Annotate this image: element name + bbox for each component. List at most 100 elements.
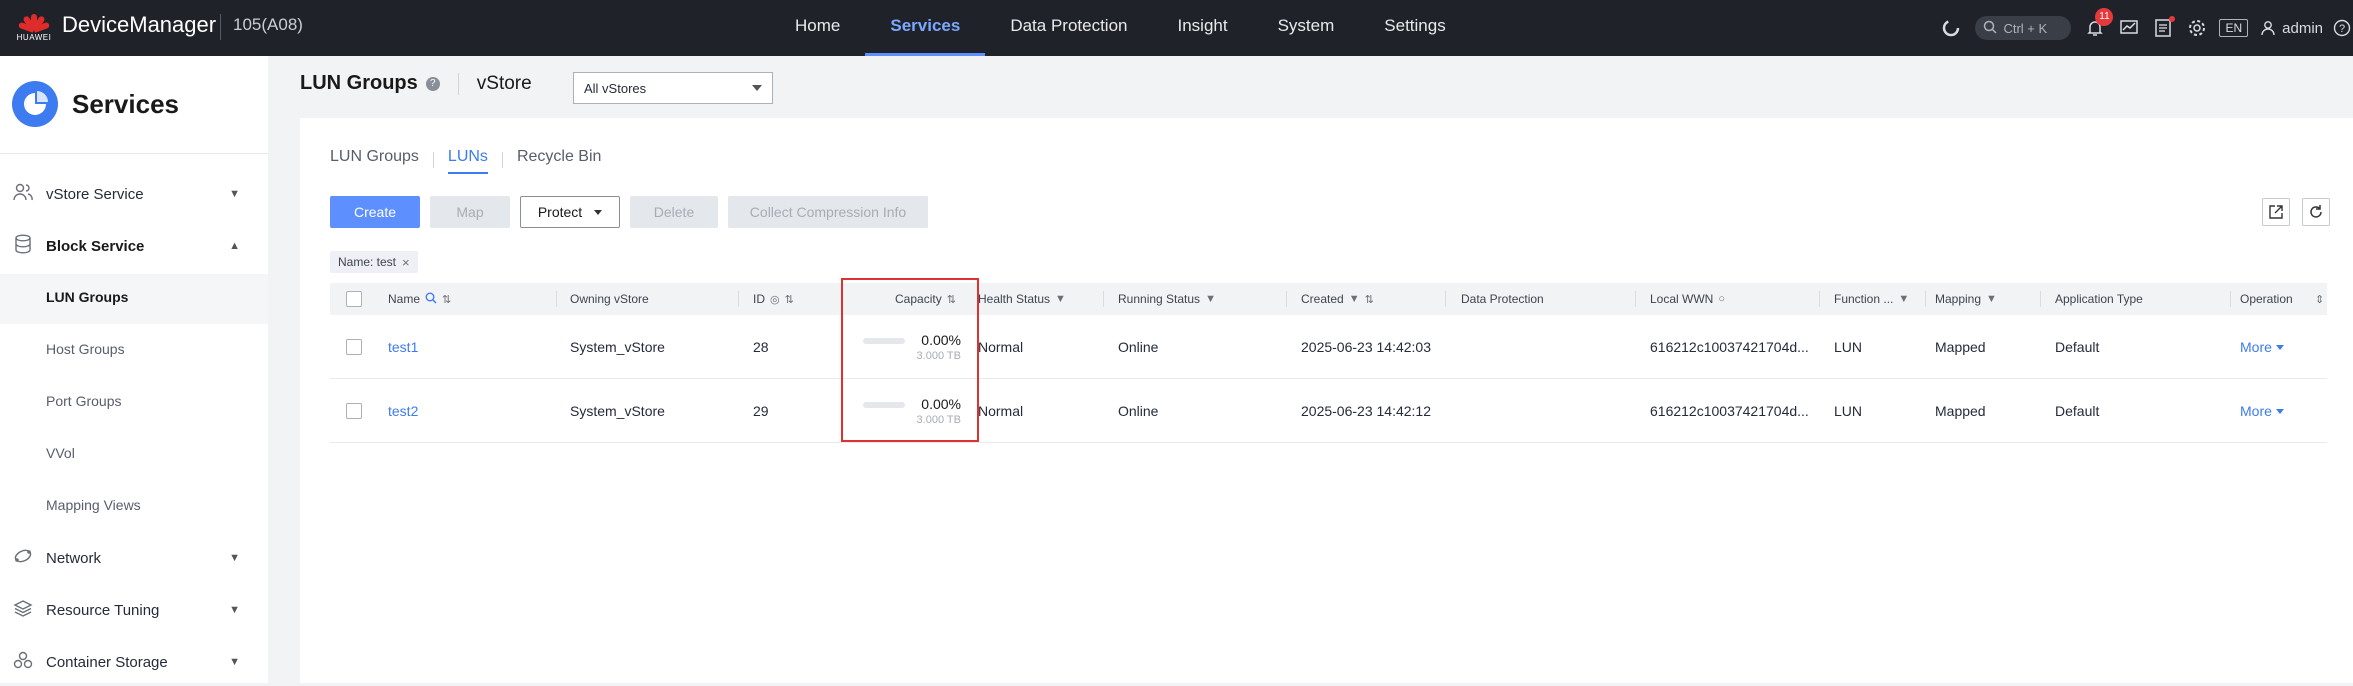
sidebar: Services vStore Service ▼ Block Service …	[0, 56, 268, 683]
sidebar-group-label: Network	[46, 549, 102, 567]
running-status-cell: Online	[1118, 339, 1159, 355]
divider	[1286, 291, 1287, 307]
sidebar-item-port-groups[interactable]: Port Groups	[46, 393, 121, 409]
sidebar-group-label: Resource Tuning	[46, 601, 160, 619]
nav-home[interactable]: Home	[770, 0, 865, 56]
created-cell: 2025-06-23 14:42:12	[1301, 403, 1431, 419]
divider	[1445, 291, 1446, 307]
nav-services[interactable]: Services	[865, 0, 986, 56]
sidebar-header: Services	[12, 81, 179, 127]
top-right-tools: Ctrl + K 11 EN admin ?	[1941, 0, 2353, 56]
tab-recycle-bin[interactable]: Recycle Bin	[517, 148, 601, 172]
search-icon[interactable]	[425, 292, 437, 307]
column-header-id[interactable]: ID ◎ ⇅	[753, 283, 794, 315]
users-icon	[12, 183, 34, 206]
luns-table: Name ⇅ Owning vStore ID ◎ ⇅ Capacity ⇅ H…	[330, 283, 2327, 443]
create-button[interactable]: Create	[330, 196, 420, 228]
more-menu-button[interactable]: More	[2240, 379, 2284, 443]
search-icon[interactable]: ◎	[770, 293, 780, 306]
sidebar-group-vstore-service[interactable]: vStore Service ▼	[0, 170, 268, 218]
tab-lun-groups[interactable]: LUN Groups	[330, 148, 419, 172]
sidebar-group-network[interactable]: Network ▼	[0, 534, 268, 582]
nav-system[interactable]: System	[1253, 0, 1360, 56]
user-menu[interactable]: admin	[2260, 20, 2323, 37]
filter-icon[interactable]: ▼	[1205, 293, 1216, 305]
toolbar: Create Map Protect Delete Collect Compre…	[330, 196, 928, 228]
row-checkbox[interactable]	[346, 379, 362, 443]
sort-icon[interactable]: ⇅	[442, 293, 451, 306]
column-settings-icon[interactable]: ⇕	[2315, 283, 2324, 315]
sort-icon[interactable]: ⇅	[1365, 293, 1374, 306]
help-icon[interactable]: ?	[2333, 19, 2351, 37]
column-header-local-wwn[interactable]: Local WWN ○	[1650, 283, 1725, 315]
filter-icon[interactable]: ▼	[1986, 293, 1997, 305]
close-icon[interactable]: ×	[402, 255, 410, 270]
tab-bar: LUN Groups LUNs Recycle Bin	[330, 148, 601, 174]
vstore-select[interactable]: All vStores	[573, 72, 773, 104]
table-header: Name ⇅ Owning vStore ID ◎ ⇅ Capacity ⇅ H…	[330, 283, 2327, 315]
divider	[2230, 291, 2231, 307]
column-header-name[interactable]: Name ⇅	[388, 283, 451, 315]
protect-label: Protect	[537, 204, 583, 220]
select-all-checkbox[interactable]	[346, 283, 362, 315]
protect-dropdown-button[interactable]: Protect	[520, 196, 620, 228]
sort-icon[interactable]: ⇅	[785, 293, 794, 306]
vstore-select-value: All vStores	[584, 80, 647, 96]
loading-icon[interactable]	[1941, 18, 1961, 38]
wwn-cell: 616212c10037421704d...	[1650, 403, 1809, 419]
chevron-up-icon: ▲	[229, 240, 240, 252]
refresh-icon[interactable]	[2302, 198, 2330, 226]
page-title: LUN Groups	[300, 72, 418, 94]
services-logo-icon	[12, 81, 58, 127]
filter-icon[interactable]: ▼	[1055, 293, 1066, 305]
column-header-running-status[interactable]: Running Status ▼	[1118, 283, 1216, 315]
chevron-down-icon: ▼	[229, 604, 240, 616]
gear-icon[interactable]	[2187, 18, 2207, 38]
column-header-health-status[interactable]: Health Status ▼	[978, 283, 1066, 315]
sidebar-group-container-storage[interactable]: Container Storage ▼	[0, 638, 268, 686]
column-header-function[interactable]: Function ... ▼	[1834, 283, 1909, 315]
sidebar-item-host-groups[interactable]: Host Groups	[46, 341, 125, 357]
nav-insight[interactable]: Insight	[1153, 0, 1253, 56]
tab-luns[interactable]: LUNs	[447, 148, 488, 174]
nav-data-protection[interactable]: Data Protection	[985, 0, 1152, 56]
health-status-cell: Normal	[978, 403, 1024, 419]
id-cell: 28	[753, 339, 769, 355]
created-cell: 2025-06-23 14:42:03	[1301, 339, 1431, 355]
column-header-mapping[interactable]: Mapping ▼	[1935, 283, 1997, 315]
export-icon[interactable]	[2262, 198, 2290, 226]
lun-name-link[interactable]: test1	[388, 315, 418, 379]
language-switch[interactable]: EN	[2219, 19, 2249, 37]
function-cell: LUN	[1834, 403, 1863, 419]
nav-settings[interactable]: Settings	[1359, 0, 1470, 56]
row-checkbox[interactable]	[346, 315, 362, 379]
filter-chip: Name: test ×	[330, 251, 418, 273]
sidebar-item-mapping-views[interactable]: Mapping Views	[46, 497, 141, 513]
global-search[interactable]: Ctrl + K	[1975, 16, 2072, 40]
sidebar-group-block-service[interactable]: Block Service ▲	[0, 222, 268, 270]
filter-icon[interactable]: ▼	[1898, 293, 1909, 305]
collect-compression-info-button[interactable]: Collect Compression Info	[728, 196, 928, 228]
svg-text:?: ?	[2339, 23, 2345, 35]
lun-name-link[interactable]: test2	[388, 379, 418, 443]
task-list-icon[interactable]	[2153, 16, 2176, 38]
delete-button[interactable]: Delete	[630, 196, 718, 228]
column-header-created[interactable]: Created ▼ ⇅	[1301, 283, 1374, 315]
mapping-cell: Mapped	[1935, 403, 1986, 419]
main-nav: Home Services Data Protection Insight Sy…	[770, 0, 1471, 56]
running-status-cell: Online	[1118, 403, 1159, 419]
sidebar-group-resource-tuning[interactable]: Resource Tuning ▼	[0, 586, 268, 634]
chevron-down-icon	[594, 209, 603, 215]
map-button[interactable]: Map	[430, 196, 510, 228]
chevron-down-icon	[2275, 344, 2284, 350]
help-icon[interactable]: ?	[425, 76, 440, 91]
table-row: test1 System_vStore 28 0.00% 3.000 TB No…	[330, 315, 2327, 379]
notification-bell-icon[interactable]: 11	[2085, 8, 2114, 38]
sidebar-item-lun-groups[interactable]: LUN Groups	[46, 289, 128, 305]
search-icon[interactable]: ○	[1718, 293, 1725, 305]
layers-icon	[12, 599, 34, 622]
monitor-icon[interactable]	[2119, 18, 2139, 38]
more-menu-button[interactable]: More	[2240, 315, 2284, 379]
filter-icon[interactable]: ▼	[1349, 293, 1360, 305]
sidebar-item-vvol[interactable]: VVol	[46, 445, 75, 461]
